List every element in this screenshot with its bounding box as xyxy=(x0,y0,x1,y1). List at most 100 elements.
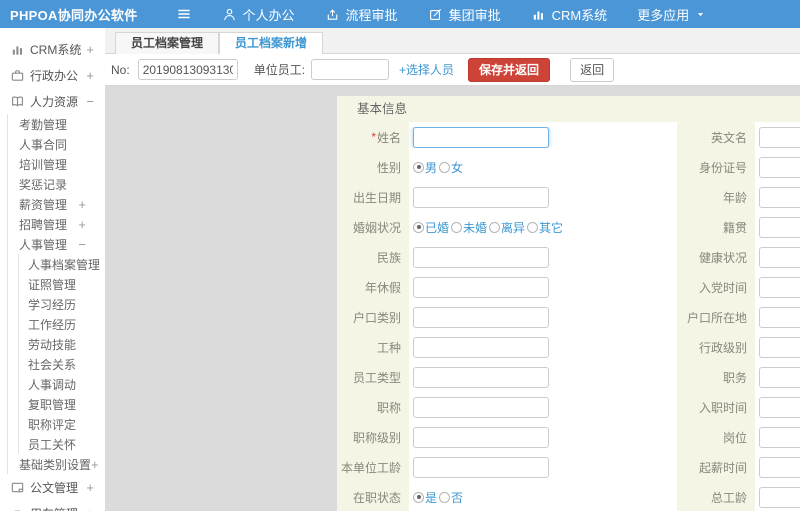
sidebar-item-vehicle-mgmt[interactable]: 用车管理 + xyxy=(0,500,105,511)
tab-employee-archive-mgmt[interactable]: 员工档案管理 xyxy=(115,32,220,54)
topnav-item-personal-office[interactable]: 个人办公 xyxy=(222,5,295,24)
radio-icon xyxy=(413,491,424,503)
field-area-household-location xyxy=(755,306,800,328)
field-area-job-type xyxy=(409,336,677,358)
tab-employee-archive-new[interactable]: 员工档案新增 xyxy=(219,32,324,54)
sidebar-item-label: 职称评定 xyxy=(28,417,77,432)
sidebar-item-training[interactable]: 培训管理 xyxy=(8,154,105,174)
household-location-input[interactable] xyxy=(759,306,800,328)
radio-label: 其它 xyxy=(539,220,564,235)
age-input[interactable] xyxy=(759,186,800,208)
sidebar-item-labor-skills[interactable]: 劳动技能 xyxy=(19,334,105,354)
sidebar-submenu: 人事档案管理证照管理 学习经历 工作经历 劳动技能 社会关系 人事调动 复职管理职称评定员工… xyxy=(18,254,105,454)
employee-type-input[interactable] xyxy=(413,366,549,388)
sidebar-item-label: 考勤管理 xyxy=(19,117,68,132)
birth-date-input[interactable] xyxy=(413,186,549,208)
radio-option-gender-female[interactable]: 女 xyxy=(439,159,463,176)
sidebar-item-certificates[interactable]: 证照管理 xyxy=(19,274,105,294)
sidebar-item-education-history[interactable]: 学习经历 xyxy=(19,294,105,314)
sidebar-item-employee-care[interactable]: 员工关怀 xyxy=(19,434,105,454)
english-name-input[interactable] xyxy=(759,126,800,148)
sidebar-item-salary[interactable]: 薪资管理 + xyxy=(8,194,105,214)
collapse-icon[interactable]: − xyxy=(86,95,105,108)
expand-icon[interactable]: + xyxy=(86,507,105,511)
sidebar-item-personnel-transfer[interactable]: 人事调动 xyxy=(19,374,105,394)
annual-leave-input[interactable] xyxy=(413,276,549,298)
sidebar-item-title-evaluation[interactable]: 职称评定 xyxy=(19,414,105,434)
sidebar-item-work-history[interactable]: 工作经历 xyxy=(19,314,105,334)
field-label-hire-date: 入职时间 xyxy=(677,392,755,422)
select-person-link[interactable]: +选择人员 xyxy=(399,61,454,78)
admin-level-input[interactable] xyxy=(759,336,800,358)
field-area-gender: 男女 xyxy=(409,159,677,176)
expand-icon[interactable]: + xyxy=(78,198,105,211)
expand-icon[interactable]: + xyxy=(86,481,105,494)
expand-icon[interactable]: + xyxy=(78,218,105,231)
save-and-return-button[interactable]: 保存并返回 xyxy=(468,57,551,82)
post-input[interactable] xyxy=(759,426,800,448)
radio-icon xyxy=(439,161,451,173)
title-level-input[interactable] xyxy=(413,426,549,448)
sidebar-item-label: 人事档案管理 xyxy=(28,257,101,272)
sidebar-item-hr-contract[interactable]: 人事合同 xyxy=(8,134,105,154)
topnav-item-crm-system[interactable]: CRM系统 xyxy=(531,5,607,24)
field-label-position: 职务 xyxy=(677,362,755,392)
back-button[interactable]: 返回 xyxy=(570,57,615,82)
radio-label: 女 xyxy=(451,160,464,175)
radio-label: 是 xyxy=(425,490,438,505)
sidebar-item-personnel-archive[interactable]: 人事档案管理 xyxy=(19,254,105,274)
job-title-input[interactable] xyxy=(413,396,549,418)
sidebar-submenu: 考勤管理 人事合同 培训管理 奖惩记录 薪资管理 + 招聘管理 + 人事管理 − 人事档案管理 证照管… xyxy=(7,114,105,474)
form-row: * 姓名 英文名 xyxy=(337,122,800,152)
radio-option-employment-status-yes[interactable]: 是 xyxy=(413,489,437,506)
radio-option-gender-male[interactable]: 男 xyxy=(413,159,437,176)
hire-date-input[interactable] xyxy=(759,396,800,418)
no-label: No: xyxy=(111,62,130,77)
party-join-date-input[interactable] xyxy=(759,276,800,298)
name-input[interactable] xyxy=(413,126,549,148)
topnav-item-workflow-approval[interactable]: 流程审批 xyxy=(325,5,398,24)
radio-option-marital-status-divorced[interactable]: 离异 xyxy=(489,219,525,236)
sidebar-item-recruitment[interactable]: 招聘管理 + xyxy=(8,214,105,234)
field-area-health-status xyxy=(755,246,800,268)
total-seniority-input[interactable] xyxy=(759,486,800,508)
radio-label: 否 xyxy=(451,490,464,505)
field-area-employee-type xyxy=(409,366,677,388)
id-number-input[interactable] xyxy=(759,156,800,178)
radio-option-marital-status-married[interactable]: 已婚 xyxy=(413,219,449,236)
unit-employee-input[interactable] xyxy=(311,59,390,80)
ethnicity-input[interactable] xyxy=(413,246,549,268)
radio-option-marital-status-other[interactable]: 其它 xyxy=(527,219,563,236)
radio-option-employment-status-no[interactable]: 否 xyxy=(439,489,463,506)
company-seniority-input[interactable] xyxy=(413,456,549,478)
sidebar-item-label: 培训管理 xyxy=(19,157,68,172)
sidebar-item-reward-punishment[interactable]: 奖惩记录 xyxy=(8,174,105,194)
job-type-input[interactable] xyxy=(413,336,549,358)
radio-option-marital-status-unmarried[interactable]: 未婚 xyxy=(451,219,487,236)
expand-icon[interactable]: + xyxy=(86,69,105,82)
caret-down-icon xyxy=(695,9,706,20)
hamburger-icon[interactable] xyxy=(176,6,192,22)
sidebar-item-crm[interactable]: CRM系统 + xyxy=(0,36,105,62)
collapse-icon[interactable]: − xyxy=(78,238,105,251)
topnav-item-more-apps[interactable]: 更多应用 xyxy=(637,5,706,24)
sidebar-item-admin-office[interactable]: 行政办公 + xyxy=(0,62,105,88)
no-input[interactable] xyxy=(137,59,238,80)
salary-start-date-input[interactable] xyxy=(759,456,800,478)
native-place-input[interactable] xyxy=(759,216,800,238)
sidebar-item-reinstatement[interactable]: 复职管理 xyxy=(19,394,105,414)
sidebar-item-human-resources[interactable]: 人力资源 − xyxy=(0,88,105,114)
sidebar-item-label: 用车管理 xyxy=(30,505,78,511)
sidebar-item-attendance[interactable]: 考勤管理 xyxy=(8,114,105,134)
expand-icon[interactable]: + xyxy=(91,458,105,471)
sidebar-item-base-category-settings[interactable]: 基础类别设置 + xyxy=(8,454,105,474)
sidebar-item-document-mgmt[interactable]: 公文管理 + xyxy=(0,474,105,500)
expand-icon[interactable]: + xyxy=(86,43,105,56)
position-input[interactable] xyxy=(759,366,800,388)
sidebar-item-social-relations[interactable]: 社会关系 xyxy=(19,354,105,374)
field-label-title-level: 职称级别 xyxy=(337,422,409,452)
health-status-input[interactable] xyxy=(759,246,800,268)
topnav-item-group-approval[interactable]: 集团审批 xyxy=(428,5,501,24)
sidebar-item-personnel[interactable]: 人事管理 − xyxy=(8,234,105,254)
household-type-input[interactable] xyxy=(413,306,549,328)
